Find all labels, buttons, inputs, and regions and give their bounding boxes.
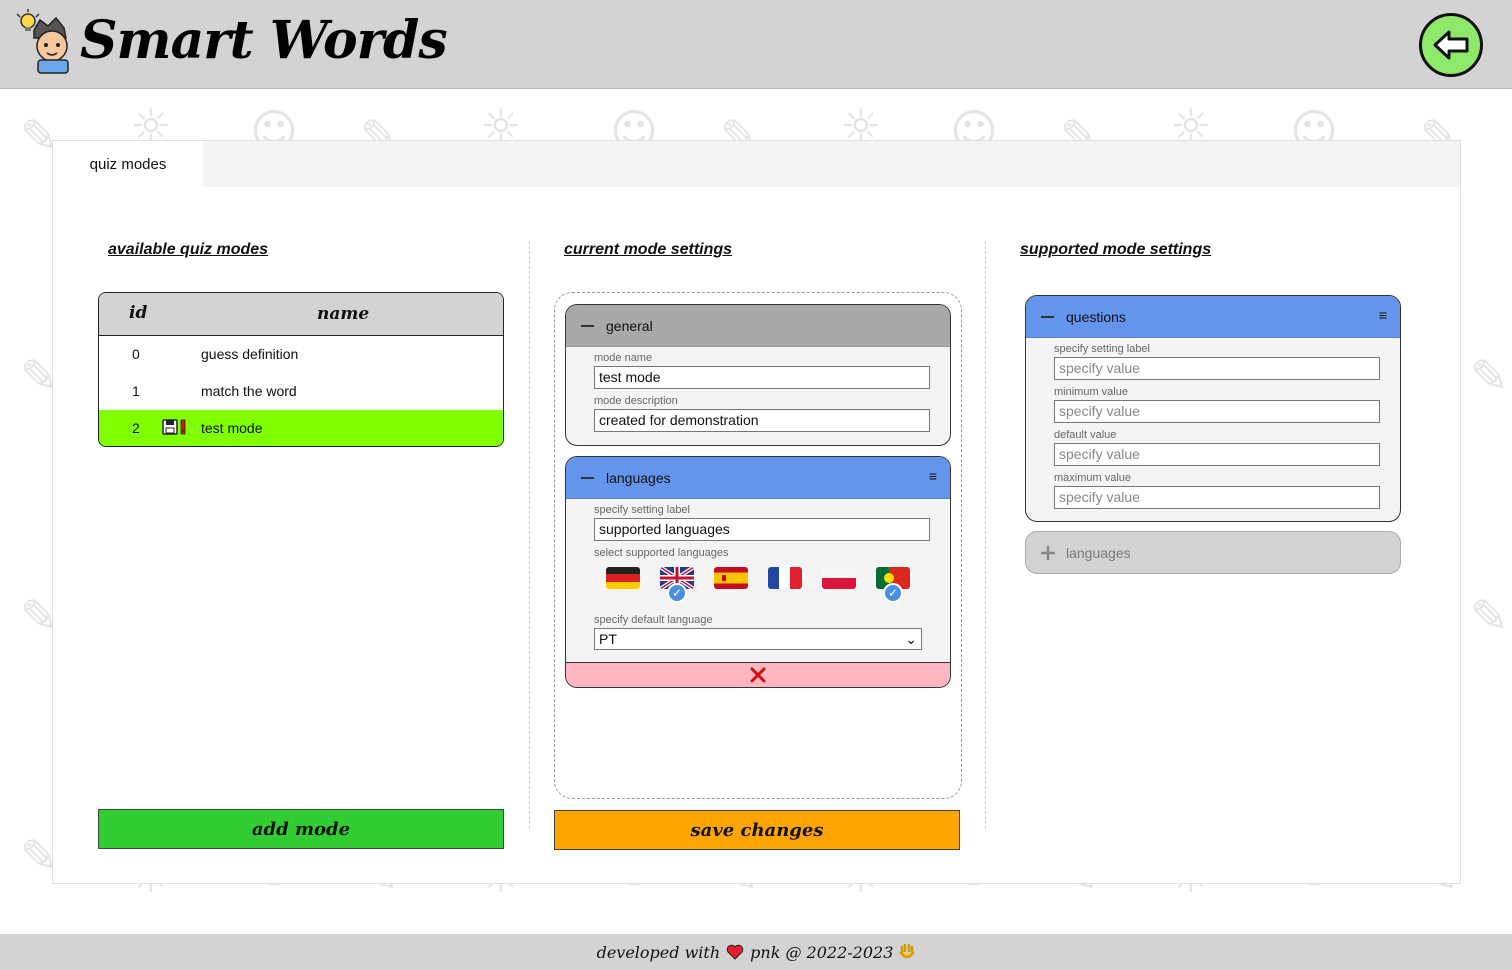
field-label: minimum value (1054, 386, 1128, 398)
save-changes-button[interactable]: save changes (554, 810, 960, 850)
close-icon (750, 667, 766, 683)
questions-setting-card: questions ≡ specify setting label specif… (1025, 295, 1401, 522)
select-value: PT (599, 631, 617, 647)
footer-prefix: developed with (596, 942, 721, 962)
table-header: id name (99, 293, 503, 336)
field-label: maximum value (1054, 472, 1132, 484)
collapse-icon[interactable] (581, 477, 594, 479)
german-flag-icon (606, 567, 640, 589)
default-language-label: specify default language (594, 614, 713, 626)
add-languages-setting-button[interactable]: languages (1025, 531, 1401, 574)
app-header: Smart Words (0, 0, 1512, 89)
default-language-select[interactable]: PT ⌄ (594, 628, 922, 650)
chevron-down-icon: ⌄ (905, 630, 917, 647)
row-id: 0 (132, 346, 140, 362)
select-languages-label: select supported languages (594, 547, 729, 559)
student-lightbulb-icon (12, 8, 74, 74)
plus-icon (1041, 546, 1055, 560)
minimum-value-input[interactable]: specify value (1054, 400, 1380, 423)
drag-handle-icon[interactable]: ≡ (1379, 307, 1387, 323)
card-title: general (606, 318, 653, 334)
maximum-value-input[interactable]: specify value (1054, 486, 1380, 509)
flag-de[interactable] (606, 567, 640, 589)
quiz-modes-panel: quiz modes available quiz modes current … (52, 140, 1461, 884)
spanish-flag-icon (714, 567, 748, 589)
table-row[interactable]: 1 match the word (99, 373, 503, 410)
setting-label-input[interactable]: supported languages (594, 518, 930, 541)
mode-description-label: mode description (594, 395, 678, 407)
add-setting-label: languages (1066, 545, 1131, 561)
table-row-selected[interactable]: 2 test mode (99, 410, 503, 446)
polish-flag-icon (822, 567, 856, 589)
back-arrow-icon (1433, 30, 1469, 60)
questions-card-header[interactable]: questions ≡ (1026, 296, 1400, 338)
languages-card-header[interactable]: languages ≡ (566, 457, 950, 499)
drag-handle-icon[interactable]: ≡ (929, 468, 937, 484)
flag-fr[interactable] (768, 567, 802, 589)
card-title: languages (606, 470, 671, 486)
modes-table: id name 0 guess definition 1 match the w… (98, 292, 504, 447)
general-settings-card: general mode name test mode mode descrip… (565, 304, 951, 446)
card-title: questions (1066, 309, 1126, 325)
supported-settings-title: supported mode settings (1020, 241, 1212, 258)
collapse-icon[interactable] (581, 325, 594, 327)
save-icon (162, 419, 178, 435)
available-modes-title: available quiz modes (108, 241, 269, 258)
row-name: match the word (201, 383, 297, 399)
add-mode-button[interactable]: add mode (98, 809, 504, 849)
current-settings-title: current mode settings (564, 241, 733, 258)
table-row[interactable]: 0 guess definition (99, 336, 503, 373)
flag-es[interactable] (714, 567, 748, 589)
footer: developed with pnk @ 2022-2023 (0, 934, 1512, 970)
column-header-name: name (317, 304, 370, 324)
mode-name-input[interactable]: test mode (594, 366, 930, 389)
row-name: guess definition (201, 346, 299, 362)
field-label: specify setting label (1054, 343, 1150, 355)
setting-label-input[interactable]: specify value (1054, 357, 1380, 380)
selected-check-icon: ✓ (667, 583, 687, 603)
app-title: Smart Words (80, 10, 448, 71)
setting-label-label: specify setting label (594, 504, 690, 516)
flag-pl[interactable] (822, 567, 856, 589)
french-flag-icon (768, 567, 802, 589)
column-header-id: id (129, 303, 148, 323)
tab-quiz-modes[interactable]: quiz modes (53, 141, 203, 187)
mode-name-label: mode name (594, 352, 653, 364)
row-id: 2 (132, 420, 140, 436)
row-id: 1 (132, 383, 140, 399)
mode-description-input[interactable]: created for demonstration (594, 409, 930, 432)
general-card-header[interactable]: general (566, 305, 950, 347)
default-value-input[interactable]: specify value (1054, 443, 1380, 466)
remove-setting-button[interactable] (566, 662, 950, 687)
column-divider (985, 241, 986, 829)
tab-bar: quiz modes (53, 141, 1460, 187)
languages-settings-card: languages ≡ specify setting label suppor… (565, 456, 951, 688)
selected-check-icon: ✓ (883, 583, 903, 603)
footer-author: pnk @ 2022-2023 (750, 942, 894, 962)
warning-icon (180, 419, 186, 435)
row-status-icons (162, 419, 186, 435)
back-button[interactable] (1419, 13, 1483, 77)
collapse-icon[interactable] (1041, 316, 1054, 318)
heart-icon (726, 944, 744, 960)
row-name: test mode (201, 420, 263, 436)
vulcan-salute-icon (900, 943, 915, 959)
column-divider (529, 241, 530, 829)
field-label: default value (1054, 429, 1117, 441)
